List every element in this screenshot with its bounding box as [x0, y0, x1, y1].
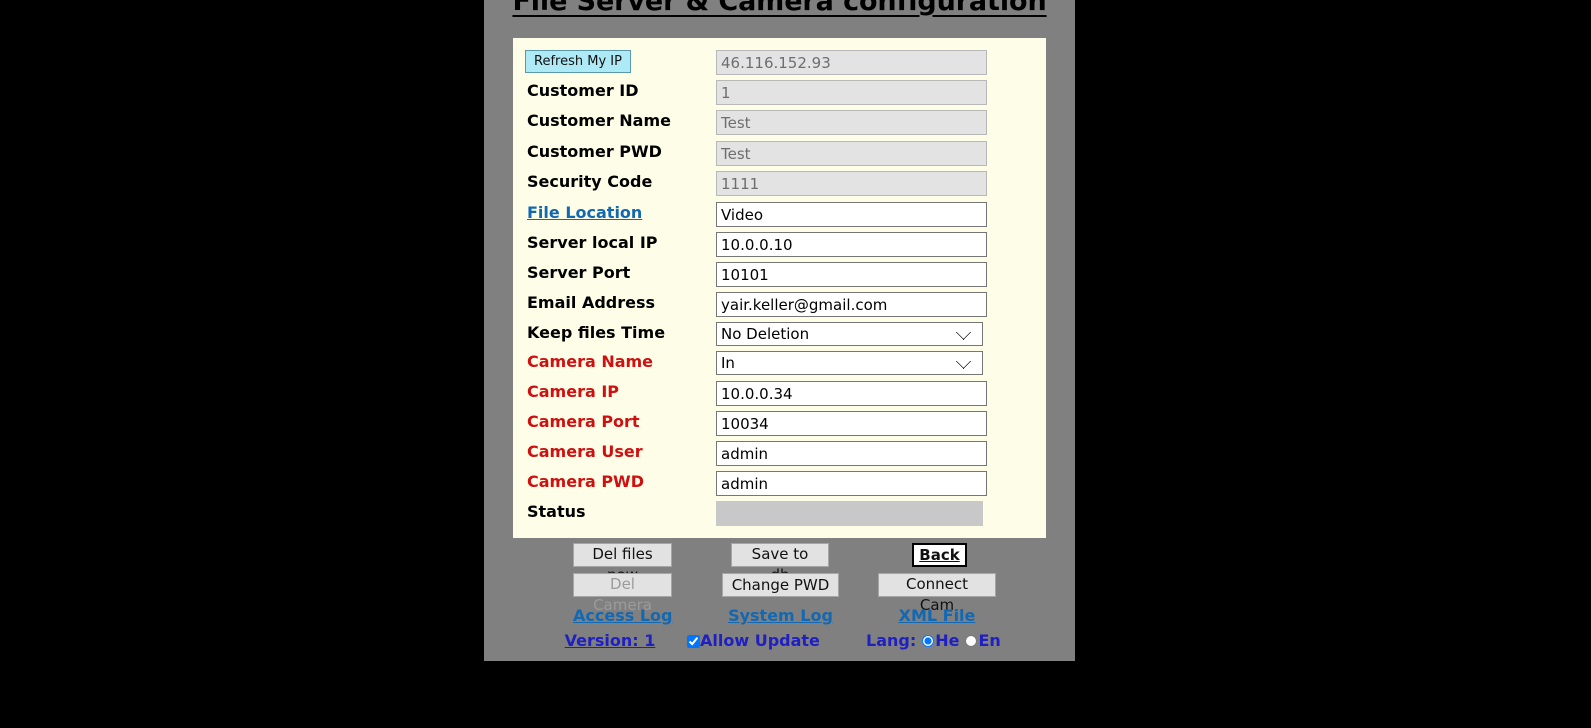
save-to-db-button[interactable]: Save to db [731, 543, 829, 584]
status-field [716, 501, 983, 526]
label-security-code: Security Code [527, 172, 653, 191]
refresh-my-ip-button[interactable]: Refresh My IP [525, 50, 631, 73]
form-row-server-port: Server Port [513, 262, 1046, 292]
page-title-wrap: File Server & Camera configuration [484, 0, 1075, 17]
camera-name-select[interactable]: In [716, 351, 983, 375]
form-row-file-location: File Location [513, 202, 1046, 232]
label-camera-name: Camera Name [527, 352, 654, 371]
del-files-now-button[interactable]: Del files now [573, 543, 672, 584]
lang-he-label: He [935, 631, 960, 650]
access-log-link[interactable]: Access Log [573, 606, 672, 625]
form-row-customer-name: Customer Name [513, 110, 1046, 140]
camera-ip-field[interactable] [716, 381, 987, 406]
form-row-camera-pwd: Camera PWD [513, 471, 1046, 501]
server-port-field[interactable] [716, 262, 987, 287]
label-server-local-ip: Server local IP [527, 233, 658, 252]
camera-pwd-field[interactable] [716, 471, 987, 496]
form-row-camera-ip: Camera IP [513, 381, 1046, 411]
lang-group: Lang: He En [866, 631, 1001, 650]
back-button[interactable]: Back [912, 543, 967, 567]
form-row-status: Status [513, 501, 1046, 531]
allow-update-label: Allow Update [700, 631, 820, 650]
lang-he-radio[interactable] [922, 635, 935, 647]
customer-name-field[interactable] [716, 110, 987, 135]
server-local-ip-field[interactable] [716, 232, 987, 257]
form-row-security-code: Security Code [513, 171, 1046, 201]
file-location-link[interactable]: File Location [527, 202, 642, 224]
camera-port-field[interactable] [716, 411, 987, 436]
email-address-field[interactable] [716, 292, 987, 317]
lang-en-radio[interactable] [965, 635, 978, 647]
label-keep-files-time: Keep files Time [527, 323, 666, 342]
form-row-keep-files-time: Keep files Time No Deletion [513, 322, 1046, 352]
label-camera-port: Camera Port [527, 412, 640, 431]
form-row-email-address: Email Address [513, 292, 1046, 322]
customer-id-field[interactable] [716, 80, 987, 105]
label-email-address: Email Address [527, 293, 656, 312]
label-camera-user: Camera User [527, 442, 643, 461]
del-camera-button[interactable]: Del Camera [573, 573, 672, 614]
form-row-customer-id: Customer ID [513, 80, 1046, 110]
customer-pwd-field[interactable] [716, 141, 987, 166]
security-code-field[interactable] [716, 171, 987, 196]
label-server-port: Server Port [527, 263, 631, 282]
form-row-camera-user: Camera User [513, 441, 1046, 471]
form-row-customer-pwd: Customer PWD [513, 141, 1046, 171]
public-ip-field[interactable] [716, 50, 987, 75]
page-body: File Server & Camera configuration Refre… [484, 0, 1075, 661]
allow-update-group: Allow Update [687, 631, 820, 650]
change-pwd-button[interactable]: Change PWD [722, 573, 839, 597]
xml-file-link[interactable]: XML File [878, 606, 996, 625]
lang-en-label: En [978, 631, 1001, 650]
form-row-camera-port: Camera Port [513, 411, 1046, 441]
config-form-panel: Refresh My IP Customer ID Customer Name … [513, 38, 1046, 538]
connect-cam-button[interactable]: Connect Cam [878, 573, 996, 614]
label-camera-ip: Camera IP [527, 382, 619, 401]
form-row-camera-name: Camera Name In [513, 351, 1046, 381]
form-row-server-local-ip: Server local IP [513, 232, 1046, 262]
page-title: File Server & Camera configuration [512, 0, 1047, 17]
label-status: Status [527, 502, 586, 521]
label-customer-id: Customer ID [527, 81, 639, 100]
lang-label: Lang: [866, 631, 917, 650]
form-row-public-ip: Refresh My IP [513, 50, 1046, 80]
label-customer-pwd: Customer PWD [527, 142, 662, 161]
allow-update-checkbox[interactable] [687, 635, 700, 648]
camera-user-field[interactable] [716, 441, 987, 466]
version-link[interactable]: Version: 1 [550, 631, 670, 650]
label-customer-name: Customer Name [527, 111, 671, 130]
file-location-field[interactable] [716, 202, 987, 227]
label-camera-pwd: Camera PWD [527, 472, 644, 491]
keep-files-time-select[interactable]: No Deletion [716, 322, 983, 346]
system-log-link[interactable]: System Log [728, 606, 833, 625]
